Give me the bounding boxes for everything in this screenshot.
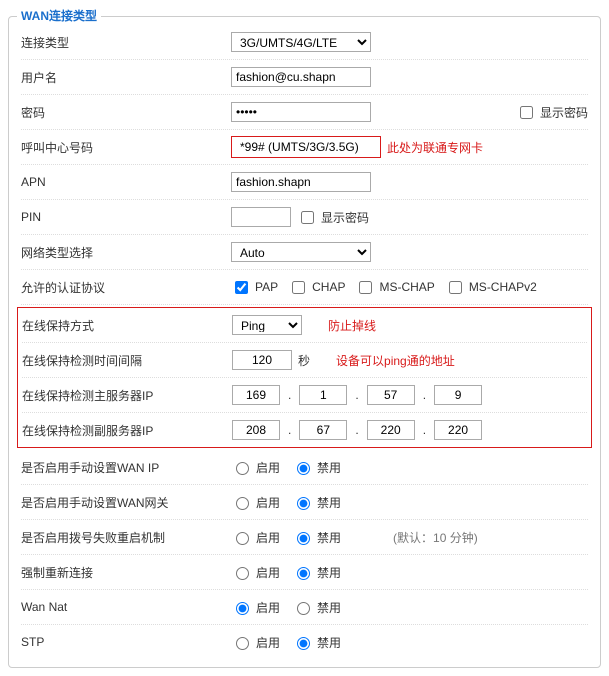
input-ip1-a[interactable] [232, 385, 280, 405]
radio-wangw-enable[interactable] [236, 497, 249, 510]
label-keep-interval: 在线保持检测时间间隔 [22, 352, 232, 369]
row-manual-wan-gw: 是否启用手动设置WAN网关 启用 禁用 [21, 485, 588, 520]
label-conn-type: 连接类型 [21, 34, 231, 51]
row-username: 用户名 [21, 60, 588, 95]
dial-fail-default-hint: (默认：10 分钟) [393, 529, 478, 546]
annotation-ip: 设备可以ping通的地址 [336, 352, 455, 369]
input-keep-interval[interactable] [232, 350, 292, 370]
label-net-type: 网络类型选择 [21, 244, 231, 261]
row-auth-proto: 允许的认证协议 PAP CHAP MS-CHAP MS-CHAPv2 [21, 270, 588, 305]
input-dial-number[interactable] [236, 137, 376, 157]
label-show-pin: 显示密码 [321, 209, 369, 226]
keepalive-highlight-section: 在线保持方式 Ping 防止掉线 在线保持检测时间间隔 秒 设备可以ping通的… [17, 307, 592, 448]
input-ip2-b[interactable] [299, 420, 347, 440]
input-apn[interactable] [231, 172, 371, 192]
input-ip1-b[interactable] [299, 385, 347, 405]
label-manual-wan-ip: 是否启用手动设置WAN IP [21, 459, 231, 476]
input-ip1-d[interactable] [434, 385, 482, 405]
input-pin[interactable] [231, 207, 291, 227]
row-stp: STP 启用 禁用 [21, 625, 588, 659]
checkbox-mschap[interactable] [359, 281, 372, 294]
radio-stp-enable[interactable] [236, 637, 249, 650]
highlight-dial [231, 136, 381, 158]
checkbox-show-password[interactable] [520, 106, 533, 119]
label-manual-wan-gw: 是否启用手动设置WAN网关 [21, 494, 231, 511]
row-dial-fail-restart: 是否启用拨号失败重启机制 启用 禁用 (默认：10 分钟) [21, 520, 588, 555]
row-primary-ip: 在线保持检测主服务器IP . . . [22, 378, 587, 413]
select-net-type[interactable]: Auto [231, 242, 371, 262]
wan-connection-fieldset: WAN连接类型 连接类型 3G/UMTS/4G/LTE 用户名 密码 显示密码 … [8, 16, 601, 668]
label-secondary-ip: 在线保持检测副服务器IP [22, 422, 232, 439]
label-auth-proto: 允许的认证协议 [21, 279, 231, 296]
radio-wangw-disable[interactable] [297, 497, 310, 510]
label-interval-unit: 秒 [298, 352, 310, 369]
label-wan-nat: Wan Nat [21, 600, 231, 614]
radio-force-disable[interactable] [297, 567, 310, 580]
annotation-keep: 防止掉线 [328, 317, 376, 334]
fieldset-legend: WAN连接类型 [17, 7, 101, 24]
row-wan-nat: Wan Nat 启用 禁用 [21, 590, 588, 625]
radio-stp-disable[interactable] [297, 637, 310, 650]
radio-dialfail-disable[interactable] [297, 532, 310, 545]
radio-wannat-enable[interactable] [236, 602, 249, 615]
checkbox-mschapv2[interactable] [449, 281, 462, 294]
row-net-type: 网络类型选择 Auto [21, 235, 588, 270]
label-password: 密码 [21, 104, 231, 121]
label-apn: APN [21, 175, 231, 189]
row-force-reconnect: 强制重新连接 启用 禁用 [21, 555, 588, 590]
input-ip2-c[interactable] [367, 420, 415, 440]
label-dial-fail-restart: 是否启用拨号失败重启机制 [21, 529, 231, 546]
row-pin: PIN 显示密码 [21, 200, 588, 235]
row-keep-interval: 在线保持检测时间间隔 秒 设备可以ping通的地址 [22, 343, 587, 378]
row-keep-method: 在线保持方式 Ping 防止掉线 [22, 308, 587, 343]
row-conn-type: 连接类型 3G/UMTS/4G/LTE [21, 25, 588, 60]
input-password[interactable] [231, 102, 371, 122]
radio-wannat-disable[interactable] [297, 602, 310, 615]
row-secondary-ip: 在线保持检测副服务器IP . . . [22, 413, 587, 447]
select-keep-method[interactable]: Ping [232, 315, 302, 335]
select-conn-type[interactable]: 3G/UMTS/4G/LTE [231, 32, 371, 52]
checkbox-show-pin[interactable] [301, 211, 314, 224]
input-ip2-d[interactable] [434, 420, 482, 440]
label-pin: PIN [21, 210, 231, 224]
radio-wanip-enable[interactable] [236, 462, 249, 475]
label-dial-number: 呼叫中心号码 [21, 139, 231, 156]
row-password: 密码 显示密码 [21, 95, 588, 130]
input-ip2-a[interactable] [232, 420, 280, 440]
input-ip1-c[interactable] [367, 385, 415, 405]
label-stp: STP [21, 635, 231, 649]
input-username[interactable] [231, 67, 371, 87]
radio-wanip-disable[interactable] [297, 462, 310, 475]
label-force-reconnect: 强制重新连接 [21, 564, 231, 581]
row-manual-wan-ip: 是否启用手动设置WAN IP 启用 禁用 [21, 450, 588, 485]
annotation-dial: 此处为联通专网卡 [387, 139, 483, 156]
row-dial-number: 呼叫中心号码 此处为联通专网卡 [21, 130, 588, 165]
checkbox-chap[interactable] [292, 281, 305, 294]
checkbox-pap[interactable] [235, 281, 248, 294]
label-username: 用户名 [21, 69, 231, 86]
label-keep-method: 在线保持方式 [22, 317, 232, 334]
label-primary-ip: 在线保持检测主服务器IP [22, 387, 232, 404]
label-show-password: 显示密码 [540, 104, 588, 121]
radio-dialfail-enable[interactable] [236, 532, 249, 545]
row-apn: APN [21, 165, 588, 200]
radio-force-enable[interactable] [236, 567, 249, 580]
